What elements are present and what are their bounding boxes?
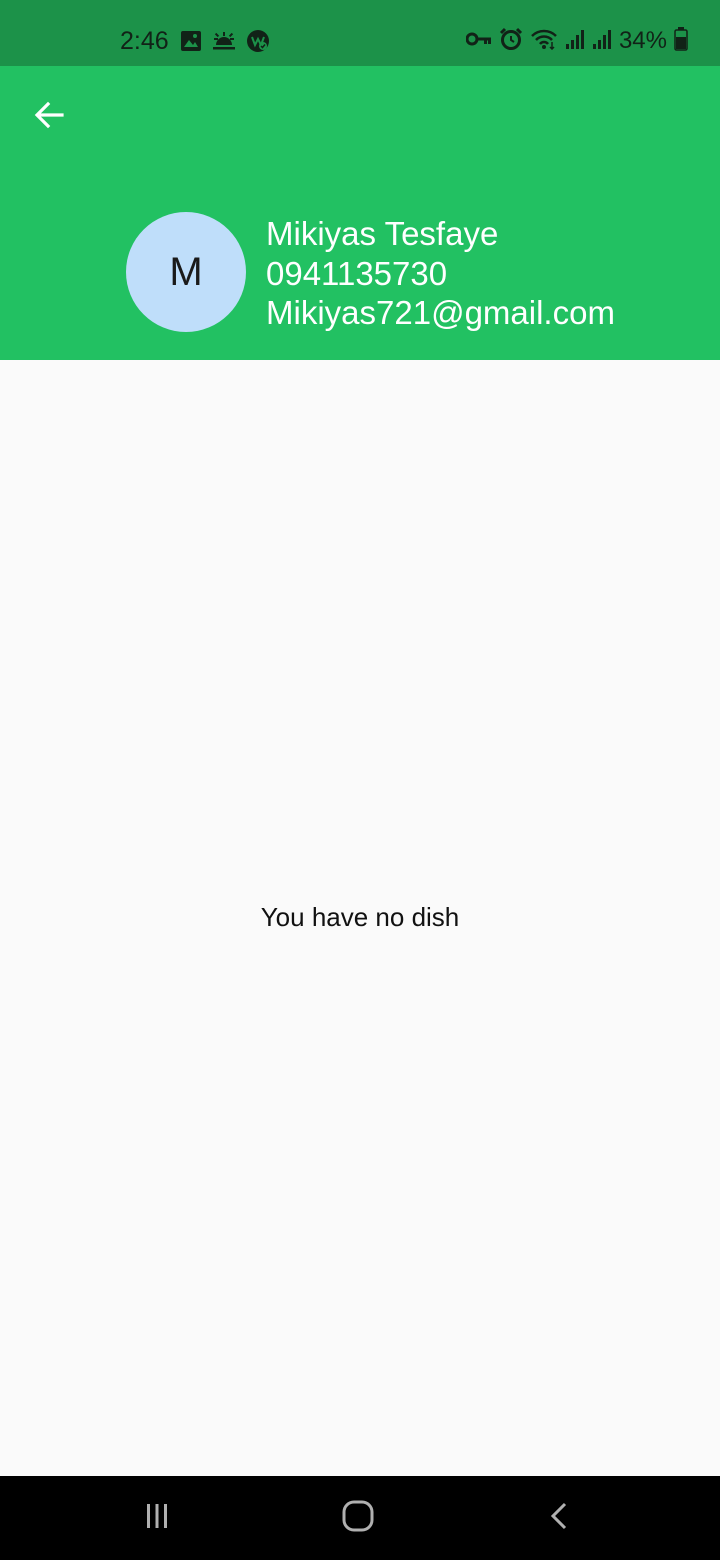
profile-info: Mikiyas Tesfaye 0941135730 Mikiyas721@gm…	[266, 214, 615, 333]
signal-icon	[565, 28, 585, 55]
navigation-bar	[0, 1476, 720, 1560]
recent-apps-button[interactable]	[135, 1496, 179, 1540]
avatar: M	[126, 212, 246, 332]
back-icon	[545, 1501, 575, 1536]
empty-state-message: You have no dish	[260, 902, 460, 932]
signal-icon	[592, 28, 612, 55]
battery-percent: 34%	[618, 27, 667, 54]
app-notification-icon	[246, 29, 270, 58]
profile-header: M Mikiyas Tesfaye 0941135730 Mikiyas721@…	[0, 66, 720, 360]
arrow-left-icon	[34, 101, 64, 134]
image-icon	[180, 30, 202, 57]
status-time: 2:46	[120, 27, 169, 55]
home-icon	[340, 1498, 376, 1539]
recent-apps-icon	[142, 1501, 172, 1536]
home-button[interactable]	[336, 1496, 380, 1540]
avatar-initial: M	[169, 249, 203, 294]
weather-icon	[211, 30, 237, 57]
user-email: Mikiyas721@gmail.com	[266, 294, 615, 331]
vpn-key-icon	[465, 31, 492, 52]
user-name: Mikiyas Tesfaye	[266, 215, 499, 252]
status-bar: 2:46 34%	[0, 0, 720, 66]
status-left-icons	[180, 29, 270, 58]
user-phone: 0941135730	[266, 254, 448, 292]
alarm-icon	[499, 27, 523, 56]
system-back-button[interactable]	[538, 1496, 582, 1540]
battery-icon	[674, 26, 688, 56]
back-button[interactable]	[26, 94, 72, 140]
status-right-icons: 34%	[465, 26, 688, 56]
wifi-icon	[530, 28, 558, 55]
